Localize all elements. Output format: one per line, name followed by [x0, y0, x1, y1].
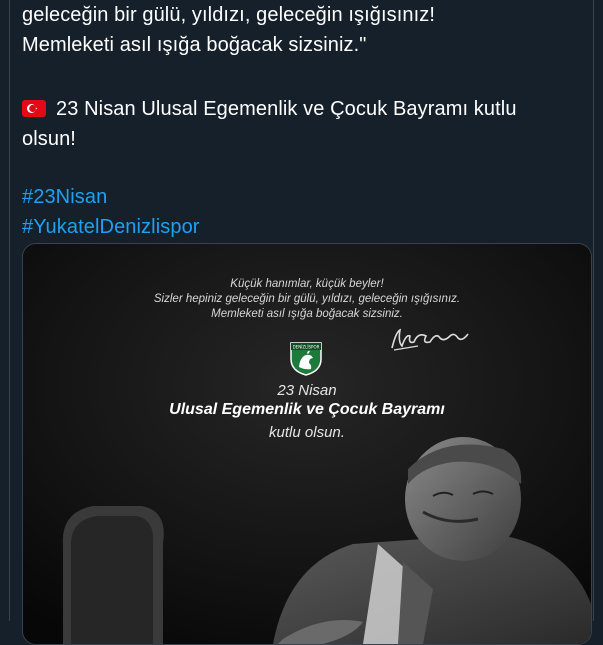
hashtag-link[interactable]: #23Nisan	[22, 186, 107, 208]
turkey-flag-icon	[22, 100, 46, 117]
denizlispor-crest-icon: DENİZLİSPOR	[287, 339, 325, 377]
hashtag-link[interactable]: #YukatelDenizlispor	[22, 216, 200, 238]
tweet-line-3: 23 Nisan Ulusal Egemenlik ve Çocuk Bayra…	[22, 94, 587, 124]
quote-line-2: Sizler hepiniz geleceğin bir gülü, yıldı…	[153, 293, 461, 305]
signature-icon	[388, 324, 474, 359]
quote-line-3: Memleketi asıl ışığa boğacak sizsiniz.	[211, 308, 403, 320]
tweet-line-4: olsun!	[22, 128, 76, 150]
banner-title: Ulusal Egemenlik ve Çocuk Bayramı	[169, 401, 445, 418]
tweet-line-2: Memleketi asıl ışığa boğacak sizsiniz."	[22, 34, 367, 56]
tweet-line-1: geleceğin bir gülü, yıldızı, geleceğin ı…	[22, 4, 436, 26]
quote-line-1: Küçük hanımlar, küçük beyler!	[230, 278, 384, 290]
crest-text: DENİZLİSPOR	[293, 345, 320, 350]
banner-date: 23 Nisan	[277, 382, 337, 399]
tweet-body: geleceğin bir gülü, yıldızı, geleceğin ı…	[22, 0, 587, 242]
tweet-media-image[interactable]: Küçük hanımlar, küçük beyler! Sizler hep…	[22, 243, 592, 645]
tweet-line-3-text: 23 Nisan Ulusal Egemenlik ve Çocuk Bayra…	[56, 98, 517, 120]
border-right	[593, 0, 594, 621]
banner-subtitle: kutlu olsun.	[269, 424, 345, 441]
tweet-frame: geleceğin bir gülü, yıldızı, geleceğin ı…	[0, 0, 603, 645]
border-left	[9, 0, 10, 621]
